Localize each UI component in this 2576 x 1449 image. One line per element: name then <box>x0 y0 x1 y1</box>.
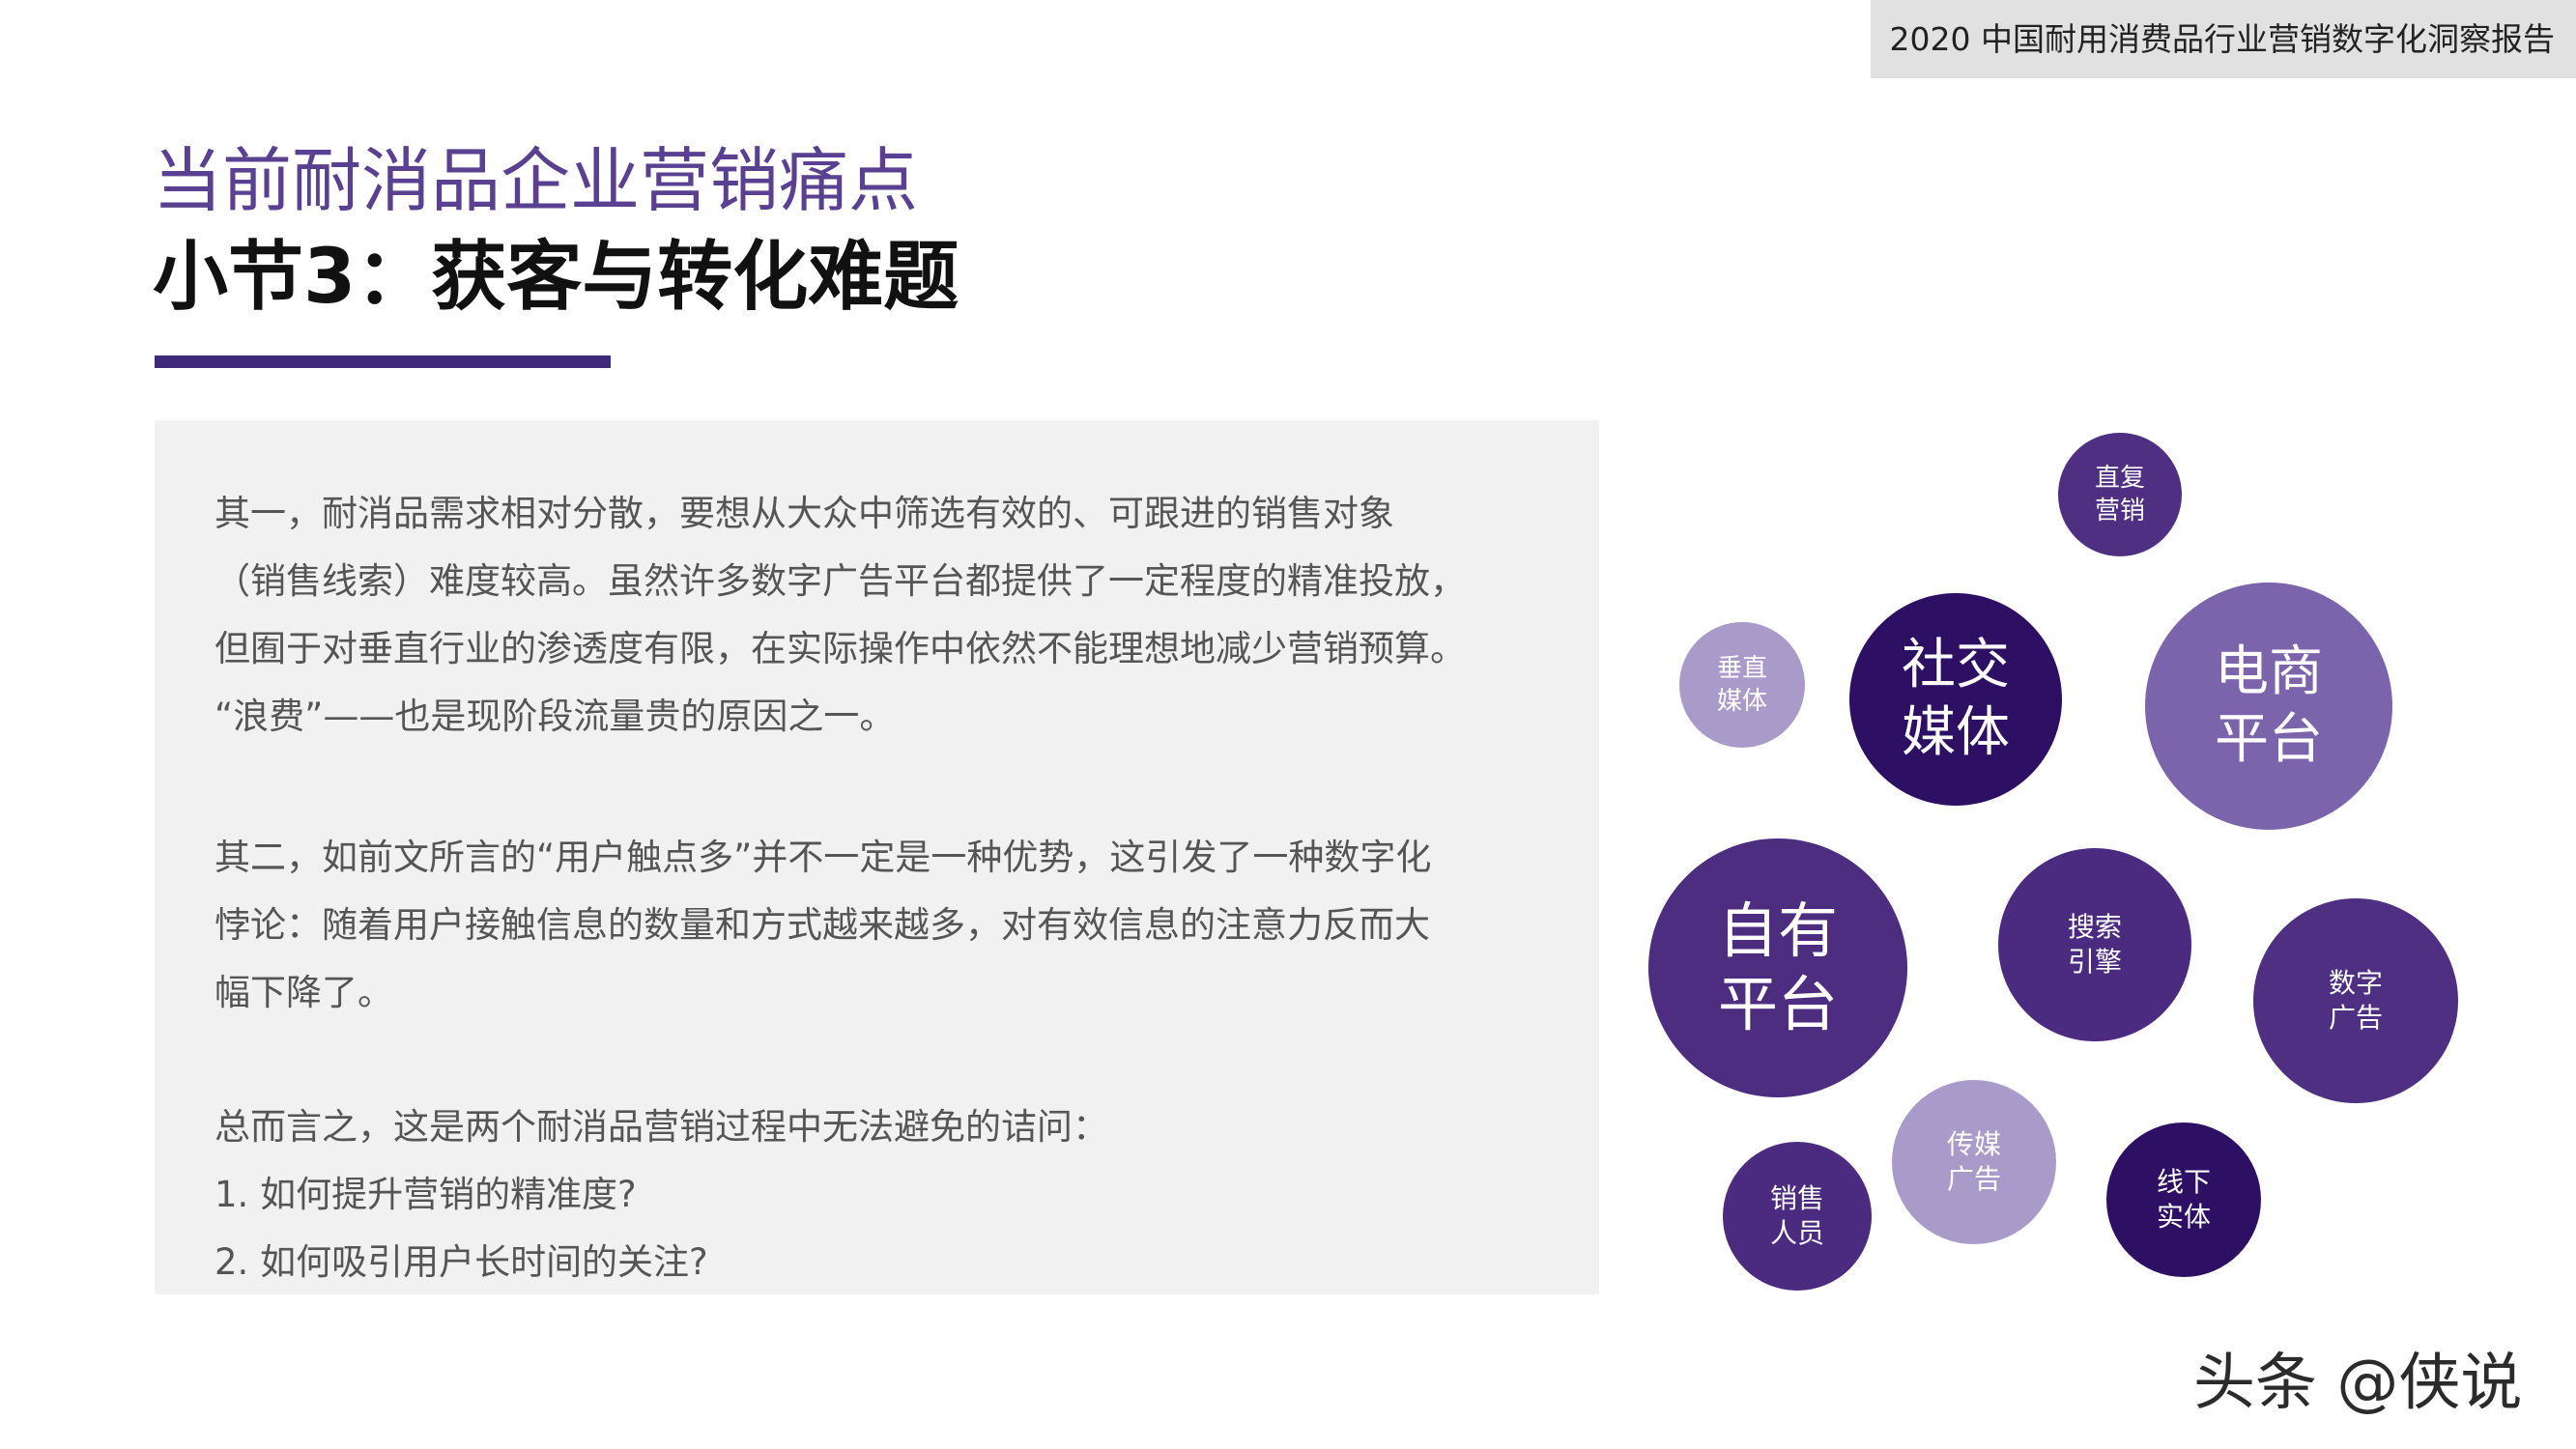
bubble-label: 销售 <box>1769 1182 1824 1214</box>
bubble-label: 电商 <box>2215 640 2323 703</box>
bubble-label: 平台 <box>1717 969 1838 1039</box>
bubble-label: 自有 <box>1717 895 1838 966</box>
bubble-label: 传媒 <box>1946 1128 2001 1160</box>
bubble-social-media: 社交 媒体 <box>1849 593 2062 806</box>
page-title: 当前耐消品企业营销痛点 <box>153 140 919 221</box>
bubble-offline-stores: 线下 实体 <box>2106 1122 2261 1277</box>
paragraph-line: 幅下降了。 <box>215 972 393 1013</box>
bubble-digital-ads: 数字 广告 <box>2253 898 2458 1103</box>
paragraph-line: （销售线索）难度较高。虽然许多数字广告平台都提供了一定程度的精准投放， <box>215 560 1466 602</box>
bubble-media-ads: 传媒 广告 <box>1892 1080 2056 1244</box>
bubble-ecommerce-platform: 电商 平台 <box>2145 582 2392 830</box>
paragraph-line: “浪费”——也是现阶段流量贵的原因之一。 <box>215 696 896 737</box>
bubble-label: 实体 <box>2156 1201 2211 1233</box>
bubble-label: 广告 <box>2328 1002 2383 1034</box>
bubble-label: 平台 <box>2215 708 2323 771</box>
bubble-label: 社交 <box>1902 634 2010 696</box>
bubble-label: 搜索 <box>2067 911 2122 943</box>
bubble-label: 数字 <box>2328 967 2383 999</box>
paragraph-line: 悖论：随着用户接触信息的数量和方式越来越多，对有效信息的注意力反而大 <box>215 904 1430 946</box>
section-subtitle: 小节3：获客与转化难题 <box>153 234 959 321</box>
bubble-search-engine: 搜索 引擎 <box>1998 848 2191 1041</box>
bubble-label: 直复 <box>2094 464 2145 493</box>
bubble-label: 垂直 <box>1716 654 1767 683</box>
bubble-label: 人员 <box>1769 1217 1824 1249</box>
paragraph-2: 其二，如前文所言的“用户触点多”并不一定是一种优势，这引发了一种数字化 悖论：随… <box>215 824 1567 1027</box>
bubble-vertical-media: 垂直 媒体 <box>1679 622 1805 748</box>
bubble-label: 广告 <box>1946 1163 2001 1195</box>
paragraph-line: 总而言之，这是两个耐消品营销过程中无法避免的诘问： <box>215 1106 1108 1148</box>
watermark: 头条 @侠说 <box>2193 1348 2523 1419</box>
paragraph-line: 其一，耐消品需求相对分散，要想从大众中筛选有效的、可跟进的销售对象 <box>215 493 1394 534</box>
bubble-direct-marketing: 直复 营销 <box>2058 433 2182 556</box>
bubble-label: 媒体 <box>1902 701 2010 764</box>
bubble-label: 营销 <box>2094 497 2145 526</box>
question-item: 2. 如何吸引用户长时间的关注? <box>215 1241 708 1283</box>
question-item: 1. 如何提升营销的精准度? <box>215 1174 637 1215</box>
bubble-owned-platform: 自有 平台 <box>1648 838 1907 1097</box>
paragraph-line: 但囿于对垂直行业的渗透度有限，在实际操作中依然不能理想地减少营销预算。 <box>215 628 1466 669</box>
title-underline <box>155 355 611 368</box>
paragraph-1: 其一，耐消品需求相对分散，要想从大众中筛选有效的、可跟进的销售对象 （销售线索）… <box>215 480 1567 751</box>
bubble-label: 线下 <box>2156 1166 2211 1198</box>
paragraph-3: 总而言之，这是两个耐消品营销过程中无法避免的诘问： 1. 如何提升营销的精准度?… <box>215 1094 1567 1296</box>
paragraph-line: 其二，如前文所言的“用户触点多”并不一定是一种优势，这引发了一种数字化 <box>215 837 1432 878</box>
report-title-tag: 2020 中国耐用消费品行业营销数字化洞察报告 <box>1871 0 2576 78</box>
bubble-label: 媒体 <box>1716 687 1767 716</box>
text-panel: 其一，耐消品需求相对分散，要想从大众中筛选有效的、可跟进的销售对象 （销售线索）… <box>155 420 1599 1294</box>
bubble-label: 引擎 <box>2067 946 2122 978</box>
bubble-sales-staff: 销售 人员 <box>1723 1142 1872 1291</box>
